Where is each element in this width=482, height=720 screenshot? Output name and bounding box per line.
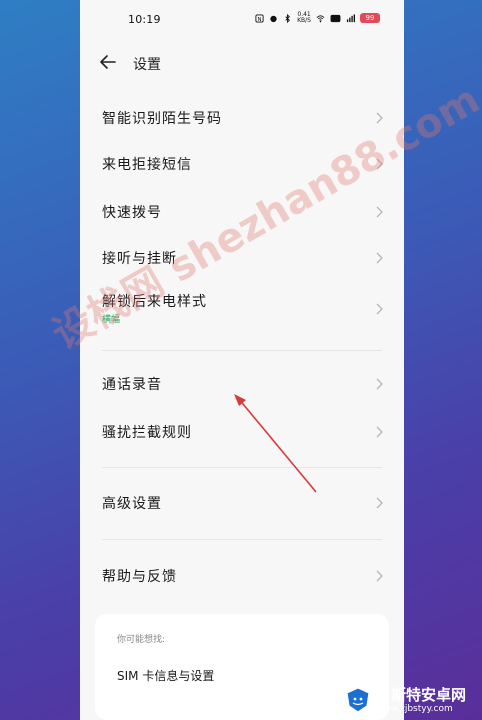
annotation-arrow [234, 394, 317, 493]
menu-item-label: 来电拒接短信 [102, 157, 192, 173]
signal-icon [346, 13, 355, 22]
svg-text:N: N [258, 16, 262, 22]
menu-item-label: 高级设置 [102, 496, 162, 512]
chevron-right-icon [376, 570, 383, 582]
bluetooth-icon [285, 13, 291, 23]
chevron-right-icon [376, 158, 383, 170]
suggestion-hint: 你可能想找: [117, 635, 166, 645]
hd-icon [330, 14, 341, 22]
site-logo: 贝斯特安卓网 www.zjbstyy.com [340, 680, 482, 720]
menu-item-label: 接听与挂断 [102, 251, 177, 267]
logo-name: 贝斯特安卓网 [376, 686, 467, 704]
chevron-right-icon [376, 426, 383, 438]
wifi-icon [316, 14, 325, 22]
battery-indicator: 99 [360, 13, 380, 23]
menu-item-label: 快速拨号 [102, 205, 162, 221]
menu-item-smart-identify[interactable]: 智能识别陌生号码 [80, 94, 404, 140]
chevron-right-icon [376, 206, 383, 218]
logo-url: www.zjbstyy.com [376, 704, 453, 714]
menu-item-help-feedback[interactable]: 帮助与反馈 [80, 552, 404, 598]
android-logo-icon [346, 687, 370, 713]
status-icons: N 0.41 KB/S 99 [255, 12, 380, 24]
menu-item-reject-sms[interactable]: 来电拒接短信 [80, 140, 404, 186]
menu-item-label: 帮助与反馈 [102, 569, 177, 585]
menu-item-value: 横幅 [102, 315, 121, 325]
menu-item-unlock-call-style[interactable]: 解锁后来电样式 横幅 [80, 280, 404, 336]
network-speed: 0.41 KB/S [297, 11, 311, 24]
nfc-icon: N [255, 13, 264, 22]
status-time: 10:19 [128, 13, 161, 26]
menu-item-answer-hangup[interactable]: 接听与挂断 [80, 234, 404, 280]
divider [102, 539, 382, 540]
status-bar: 10:19 N 0.41 KB/S 99 [80, 0, 404, 40]
chevron-right-icon [376, 252, 383, 264]
divider [102, 350, 382, 351]
suggestion-link-sim[interactable]: SIM 卡信息与设置 [117, 667, 214, 684]
chevron-right-icon [376, 303, 383, 315]
alarm-icon [270, 15, 277, 22]
menu-item-label: 骚扰拦截规则 [102, 425, 192, 441]
menu-item-label: 智能识别陌生号码 [102, 111, 222, 127]
chevron-right-icon [376, 378, 383, 390]
settings-screen: 10:19 N 0.41 KB/S 99 设置 智能识别陌生号码 来电拒接短信 快… [80, 0, 404, 720]
menu-item-speed-dial[interactable]: 快速拨号 [80, 188, 404, 234]
page-title: 设置 [133, 57, 161, 73]
header: 设置 [80, 44, 404, 80]
chevron-right-icon [376, 497, 383, 509]
chevron-right-icon [376, 112, 383, 124]
back-arrow-icon[interactable] [98, 52, 118, 72]
menu-item-label: 通话录音 [102, 377, 162, 393]
menu-item-label: 解锁后来电样式 [102, 294, 207, 310]
